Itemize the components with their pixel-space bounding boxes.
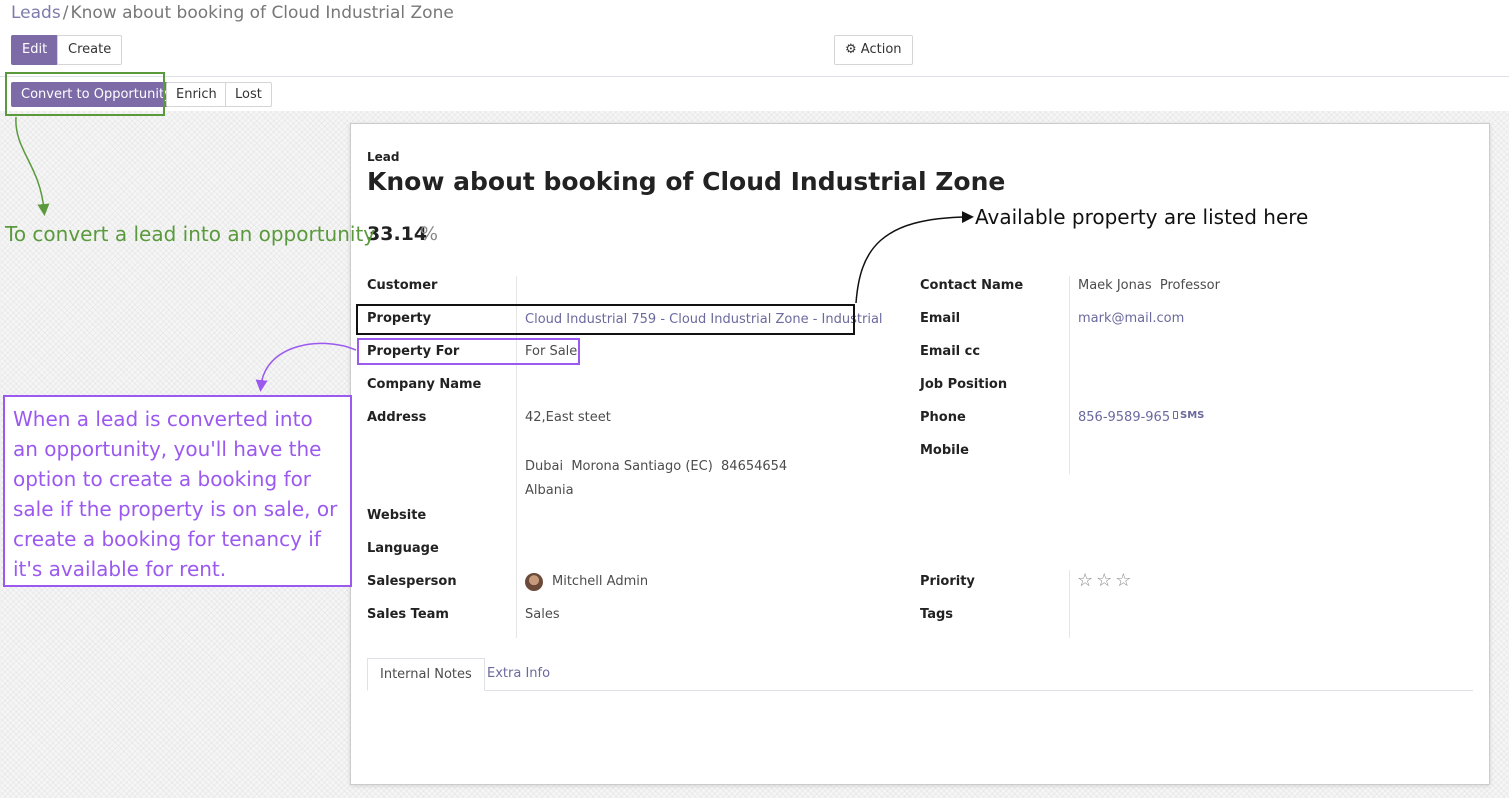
salesperson-label: Salesperson	[367, 574, 457, 589]
probability-value[interactable]: 33.14	[367, 223, 427, 245]
email-label: Email	[920, 311, 961, 326]
mobile-phone-icon	[1173, 411, 1178, 419]
lead-title[interactable]: Know about booking of Cloud Industrial Z…	[367, 167, 1005, 196]
mobile-label: Mobile	[920, 443, 969, 458]
create-button[interactable]: Create	[57, 35, 123, 65]
highlight-property-for-field	[357, 338, 580, 365]
priority-label: Priority	[920, 574, 975, 589]
annotation-property-note: Available property are listed here	[975, 205, 1309, 229]
highlight-convert-button	[5, 72, 165, 116]
tab-extra-info[interactable]: Extra Info	[475, 658, 562, 691]
sales-team-field[interactable]: Sales	[525, 607, 560, 622]
email-field[interactable]: mark@mail.com	[1078, 311, 1184, 326]
sms-button[interactable]: SMS	[1173, 410, 1204, 421]
customer-label: Customer	[367, 278, 438, 293]
lost-button[interactable]: Lost	[225, 82, 272, 107]
job-position-label: Job Position	[920, 377, 1008, 392]
breadcrumb-separator: /	[62, 3, 69, 23]
action-button[interactable]: ⚙ Action	[834, 35, 913, 65]
website-label: Website	[367, 508, 427, 523]
annotation-booking-note: When a lead is converted into an opportu…	[3, 395, 352, 587]
address-label: Address	[367, 410, 427, 425]
gear-icon: ⚙	[845, 42, 857, 57]
breadcrumb-leads-link[interactable]: Leads	[11, 3, 61, 23]
edit-button[interactable]: Edit	[11, 35, 59, 65]
breadcrumb-current: Know about booking of Cloud Industrial Z…	[70, 3, 454, 23]
right-group-divider-top	[1069, 276, 1070, 474]
statusbar: Convert to Opportunity Enrich Lost	[0, 76, 1509, 111]
highlight-property-field	[356, 304, 855, 335]
breadcrumb: Leads / Know about booking of Cloud Indust…	[11, 3, 454, 23]
address-country[interactable]: Albania	[525, 483, 574, 498]
address-city-line[interactable]: Dubai Morona Santiago (EC) 84654654	[525, 459, 787, 474]
company-name-label: Company Name	[367, 377, 482, 392]
phone-field[interactable]: 856-9589-965	[1078, 410, 1170, 425]
probability-unit: %	[420, 223, 439, 245]
tags-label: Tags	[920, 607, 954, 622]
contact-name-label: Contact Name	[920, 278, 1024, 293]
phone-label: Phone	[920, 410, 966, 425]
right-group-divider-bottom	[1069, 570, 1070, 638]
tab-internal-notes[interactable]: Internal Notes	[367, 658, 485, 691]
enrich-button[interactable]: Enrich	[166, 82, 227, 107]
priority-star-icons[interactable]: ☆☆☆	[1077, 570, 1134, 591]
contact-name-field[interactable]: Maek Jonas Professor	[1078, 278, 1220, 293]
email-cc-label: Email cc	[920, 344, 981, 359]
control-panel: Leads / Know about booking of Cloud Indust…	[0, 0, 1509, 111]
salesperson-field[interactable]: Mitchell Admin	[552, 574, 648, 589]
record-type-label: Lead	[367, 150, 400, 164]
salesperson-avatar	[525, 573, 543, 591]
action-label: Action	[860, 42, 902, 57]
sales-team-label: Sales Team	[367, 607, 449, 622]
language-label: Language	[367, 541, 439, 556]
sms-label: SMS	[1180, 410, 1205, 421]
annotation-convert-note: To convert a lead into an opportunity	[5, 222, 376, 246]
address-street[interactable]: 42,East steet	[525, 410, 611, 425]
